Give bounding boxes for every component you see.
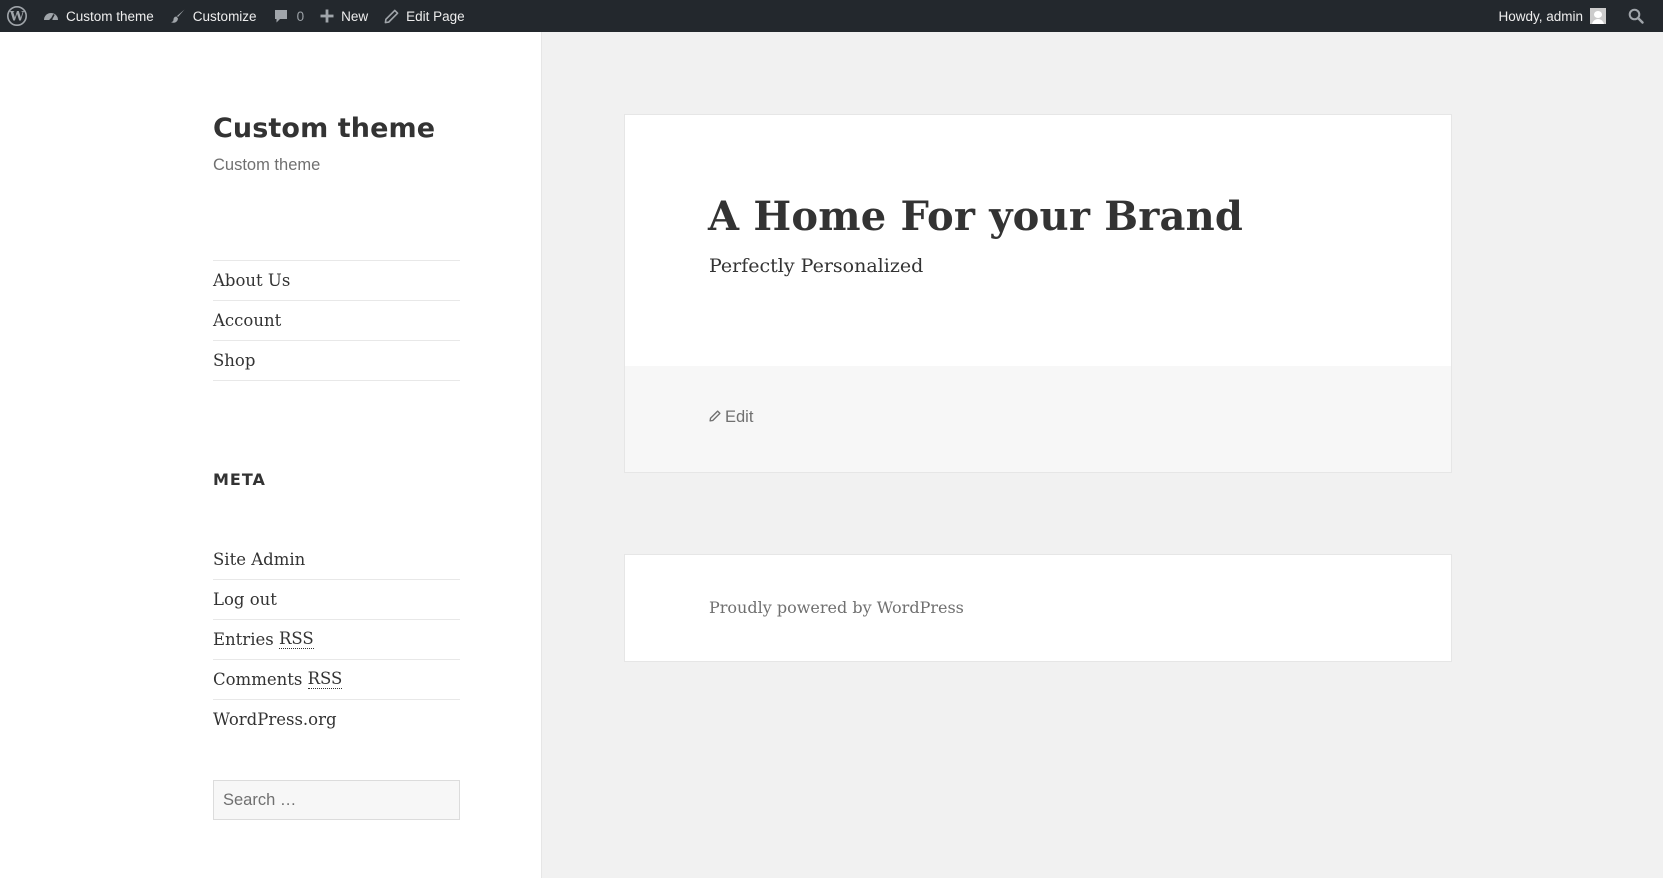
customize-label: Customize (192, 8, 257, 24)
meta-item-wordpress-org[interactable]: WordPress.org (213, 699, 460, 739)
meta-item-label: Comments (213, 670, 308, 689)
comments-count: 0 (296, 8, 305, 24)
nav-item-about-us[interactable]: About Us (213, 261, 460, 301)
meta-item-entries-rss[interactable]: Entries RSS (213, 619, 460, 659)
svg-text:W: W (9, 10, 25, 25)
site-description: Custom theme (213, 156, 321, 174)
page-article: A Home For your Brand Perfectly Personal… (624, 114, 1452, 473)
edit-page-link[interactable]: Edit Page (376, 0, 473, 32)
comments-link[interactable]: 0 (265, 0, 313, 32)
sidebar: Custom theme Custom theme About Us Accou… (0, 32, 542, 878)
customize-link[interactable]: Customize (162, 0, 265, 32)
search-placeholder: Search … (223, 790, 297, 809)
comment-bubble-icon (273, 8, 296, 24)
edit-page-label: Edit Page (406, 8, 465, 24)
wordpress-logo-icon: W (7, 6, 27, 26)
edit-label: Edit (725, 408, 754, 426)
meta-item-label: Log out (213, 590, 277, 609)
meta-item-log-out[interactable]: Log out (213, 579, 460, 619)
meta-item-comments-rss[interactable]: Comments RSS (213, 659, 460, 699)
greeting-label: Howdy, admin (1498, 8, 1583, 24)
site-footer: Proudly powered by WordPress (624, 554, 1452, 662)
wordpress-logo-menu[interactable]: W (0, 0, 35, 32)
nav-item-shop[interactable]: Shop (213, 341, 460, 381)
paintbrush-icon (170, 8, 193, 24)
plus-icon (320, 9, 341, 23)
edit-link[interactable]: Edit (709, 408, 753, 427)
avatar (1590, 8, 1606, 24)
my-account-menu[interactable]: Howdy, admin (1490, 0, 1614, 32)
pencil-icon (384, 9, 406, 24)
meta-item-label: Entries (213, 630, 279, 649)
main-navigation: About Us Account Shop (213, 260, 460, 381)
site-name-menu[interactable]: Custom theme (35, 0, 162, 32)
pencil-icon (709, 408, 725, 427)
page-subtitle: Perfectly Personalized (709, 255, 924, 277)
meta-item-label: Site Admin (213, 549, 306, 569)
meta-item-label: WordPress.org (213, 710, 337, 729)
meta-item-site-admin[interactable]: Site Admin (213, 539, 460, 579)
search-icon (1628, 8, 1651, 24)
meta-widget-list: Site Admin Log out Entries RSS Comments … (213, 539, 460, 739)
site-name-label: Custom theme (66, 8, 154, 24)
meta-widget-title: META (213, 470, 266, 489)
search-input[interactable]: Search … (213, 780, 460, 820)
article-footer: Edit (625, 366, 1451, 472)
new-label: New (341, 8, 369, 24)
new-content-menu[interactable]: New (312, 0, 376, 32)
rss-abbreviation: RSS (278, 628, 314, 650)
site-title[interactable]: Custom theme (213, 113, 435, 144)
dashboard-icon (43, 8, 66, 24)
nav-item-account[interactable]: Account (213, 301, 460, 341)
powered-by-link[interactable]: Proudly powered by WordPress (709, 598, 964, 617)
admin-bar: W Custom theme Customize 0 New Edit Page… (0, 0, 1663, 32)
admin-bar-search-button[interactable] (1614, 0, 1663, 32)
page-title: A Home For your Brand (708, 193, 1244, 240)
rss-abbreviation: RSS (307, 668, 343, 690)
